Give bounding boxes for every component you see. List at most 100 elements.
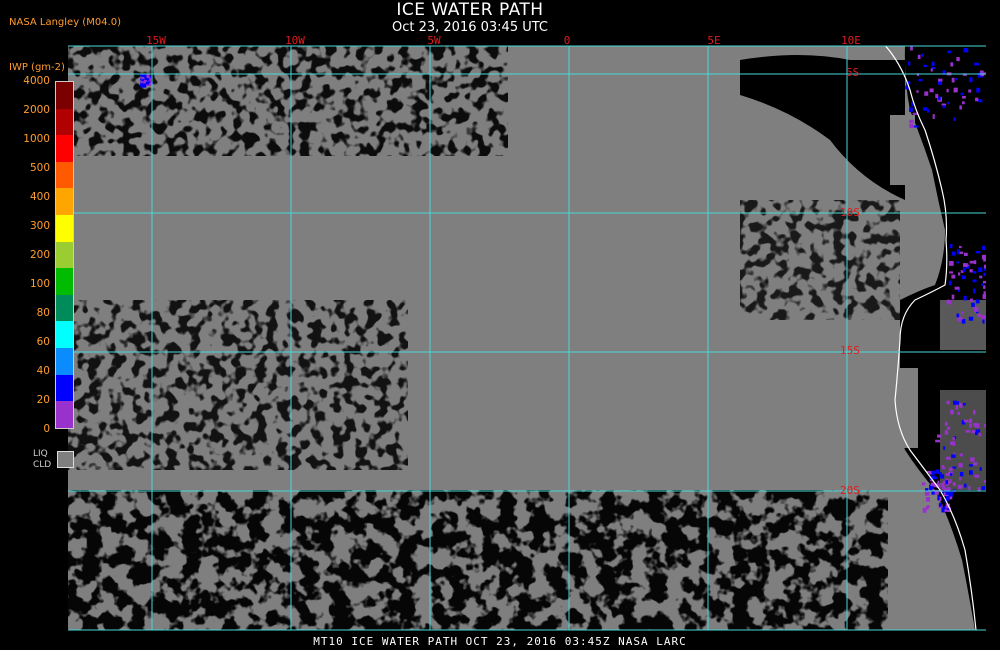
ice-pixel [924,91,929,96]
ice-pixel [959,251,964,254]
cloud-field [68,46,986,630]
legend-color-swatch [56,241,73,269]
ice-pixel [935,439,941,443]
ice-pixel [969,470,973,475]
legend-color-bar [55,81,74,429]
ice-pixel [921,482,926,486]
ice-pixel [952,443,956,446]
ice-pixel [916,90,919,93]
land-cloud-patch [940,300,986,350]
ice-pixel [938,78,943,82]
ice-pixel [983,480,986,483]
legend-color-swatch [56,135,73,162]
legend-color-swatch [56,401,73,428]
ice-pixel [918,78,923,82]
legend-value: 500 [29,162,50,174]
ice-pixel [917,54,921,60]
ice-pixel [945,480,949,485]
legend-value: 200 [29,249,50,261]
ice-pixel [953,117,956,121]
legend-color-swatch [56,348,73,375]
ice-pixel [950,62,954,67]
legend-color-swatch [56,294,73,322]
legend-value: 0 [43,423,50,435]
ice-pixel [955,404,959,410]
ice-pixel [952,436,955,441]
ice-pixel [968,485,971,491]
data-source-credit: NASA Langley (M04.0) [9,17,121,28]
ice-pixel [931,61,935,66]
broken-cloud-w [68,300,408,470]
ice-pixel [968,77,973,83]
ice-pixel [960,317,963,320]
ice-pixel [909,119,914,123]
ice-pixel [934,471,938,474]
ice-pixel [975,251,981,254]
ice-pixel [981,254,986,260]
ice-pixel [942,105,946,109]
ice-pixel [943,446,946,450]
ice-pixel [961,275,966,280]
ice-pixel [951,294,955,300]
ice-pixel [978,267,983,273]
map-timestamp: Oct 23, 2016 03:45 UTC [392,20,548,35]
map-canvas[interactable] [0,0,1000,650]
ice-pixel [956,249,960,255]
ice-pixel [964,252,968,257]
ice-pixel [937,480,940,484]
ice-pixel [951,454,956,458]
ice-pixel [962,403,966,406]
ice-pixel [981,486,986,490]
ice-pixel [951,274,956,279]
ice-pixel [976,87,981,93]
legend-value: 60 [36,336,50,348]
ice-pixel [969,269,973,273]
ice-pixel [937,81,943,85]
legend-value: 4000 [23,75,50,87]
ice-pixel [952,251,956,256]
ice-pixel [949,271,954,274]
legend-color-swatch [56,268,73,295]
ice-pixel [937,495,940,501]
ice-pixel [926,505,930,508]
ice-pixel [962,101,965,105]
legend-title: IWP (gm-2) [9,62,65,73]
ice-pixel [956,261,960,264]
ice-pixel [969,423,972,428]
liquid-cloud-label-2: CLD [33,460,52,470]
ice-pixel [925,496,931,502]
ice-pixel [947,299,950,305]
ice-pixel [956,56,960,62]
ice-pixel [975,97,979,102]
ice-pixel [938,502,942,507]
ice-pixel [981,283,984,287]
ice-pixel [936,434,942,438]
ice-pixel [921,53,924,57]
ice-pixel [957,484,963,489]
ice-pixel [975,299,980,304]
ice-pixel [946,88,949,93]
ice-pixel [965,430,971,433]
ice-pixel [949,243,953,249]
ice-pixel [958,463,963,468]
ice-pixel [955,401,960,405]
ice-pixel [971,302,975,307]
ice-pixel [977,313,982,318]
ice-pixel [959,105,962,110]
legend-value: 1000 [23,133,50,145]
ice-pixel [959,453,963,457]
ice-pixel [950,409,954,415]
lat-label-15s: 15S [840,344,860,357]
ice-pixel [941,103,947,106]
ice-pixel [975,429,981,433]
ice-pixel [962,95,966,99]
ice-pixel [909,123,914,129]
ice-pixel [949,479,952,484]
ice-pixel [932,114,935,119]
broken-cloud-nw [68,46,508,156]
ice-pixel [957,411,961,416]
ice-pixel [922,107,928,111]
ice-pixel [932,471,935,475]
ice-pixel [979,275,983,279]
liquid-cloud-swatch [57,451,74,468]
